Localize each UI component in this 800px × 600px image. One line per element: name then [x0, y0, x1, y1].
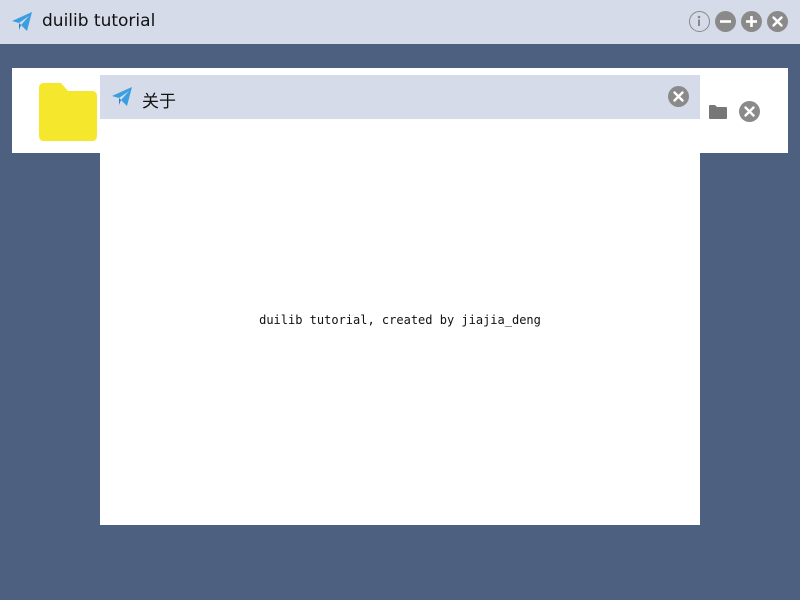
plus-circle-icon	[746, 16, 757, 27]
minimize-button[interactable]	[715, 11, 736, 32]
close-button[interactable]	[767, 11, 788, 32]
about-title: 关于	[142, 92, 176, 112]
paper-plane-icon	[110, 85, 134, 109]
close-circle-icon	[744, 106, 755, 117]
about-dialog: 关于 duilib tutorial, created by jiajia_de…	[100, 75, 700, 525]
main-titlebar[interactable]: duilib tutorial	[0, 0, 800, 44]
info-button[interactable]	[689, 11, 710, 32]
about-close-button[interactable]	[668, 86, 689, 107]
folder-icon[interactable]	[37, 80, 99, 142]
panel-close-button[interactable]	[739, 101, 760, 122]
close-circle-icon	[673, 91, 684, 102]
about-message: duilib tutorial, created by jiajia_deng	[259, 313, 541, 327]
folder-icon[interactable]	[708, 104, 728, 120]
about-titlebar[interactable]: 关于	[100, 75, 700, 119]
paper-plane-icon	[10, 10, 34, 34]
window-title: duilib tutorial	[42, 11, 156, 31]
minus-circle-icon	[720, 20, 731, 23]
info-icon	[697, 15, 701, 26]
maximize-button[interactable]	[741, 11, 762, 32]
close-circle-icon	[772, 16, 783, 27]
